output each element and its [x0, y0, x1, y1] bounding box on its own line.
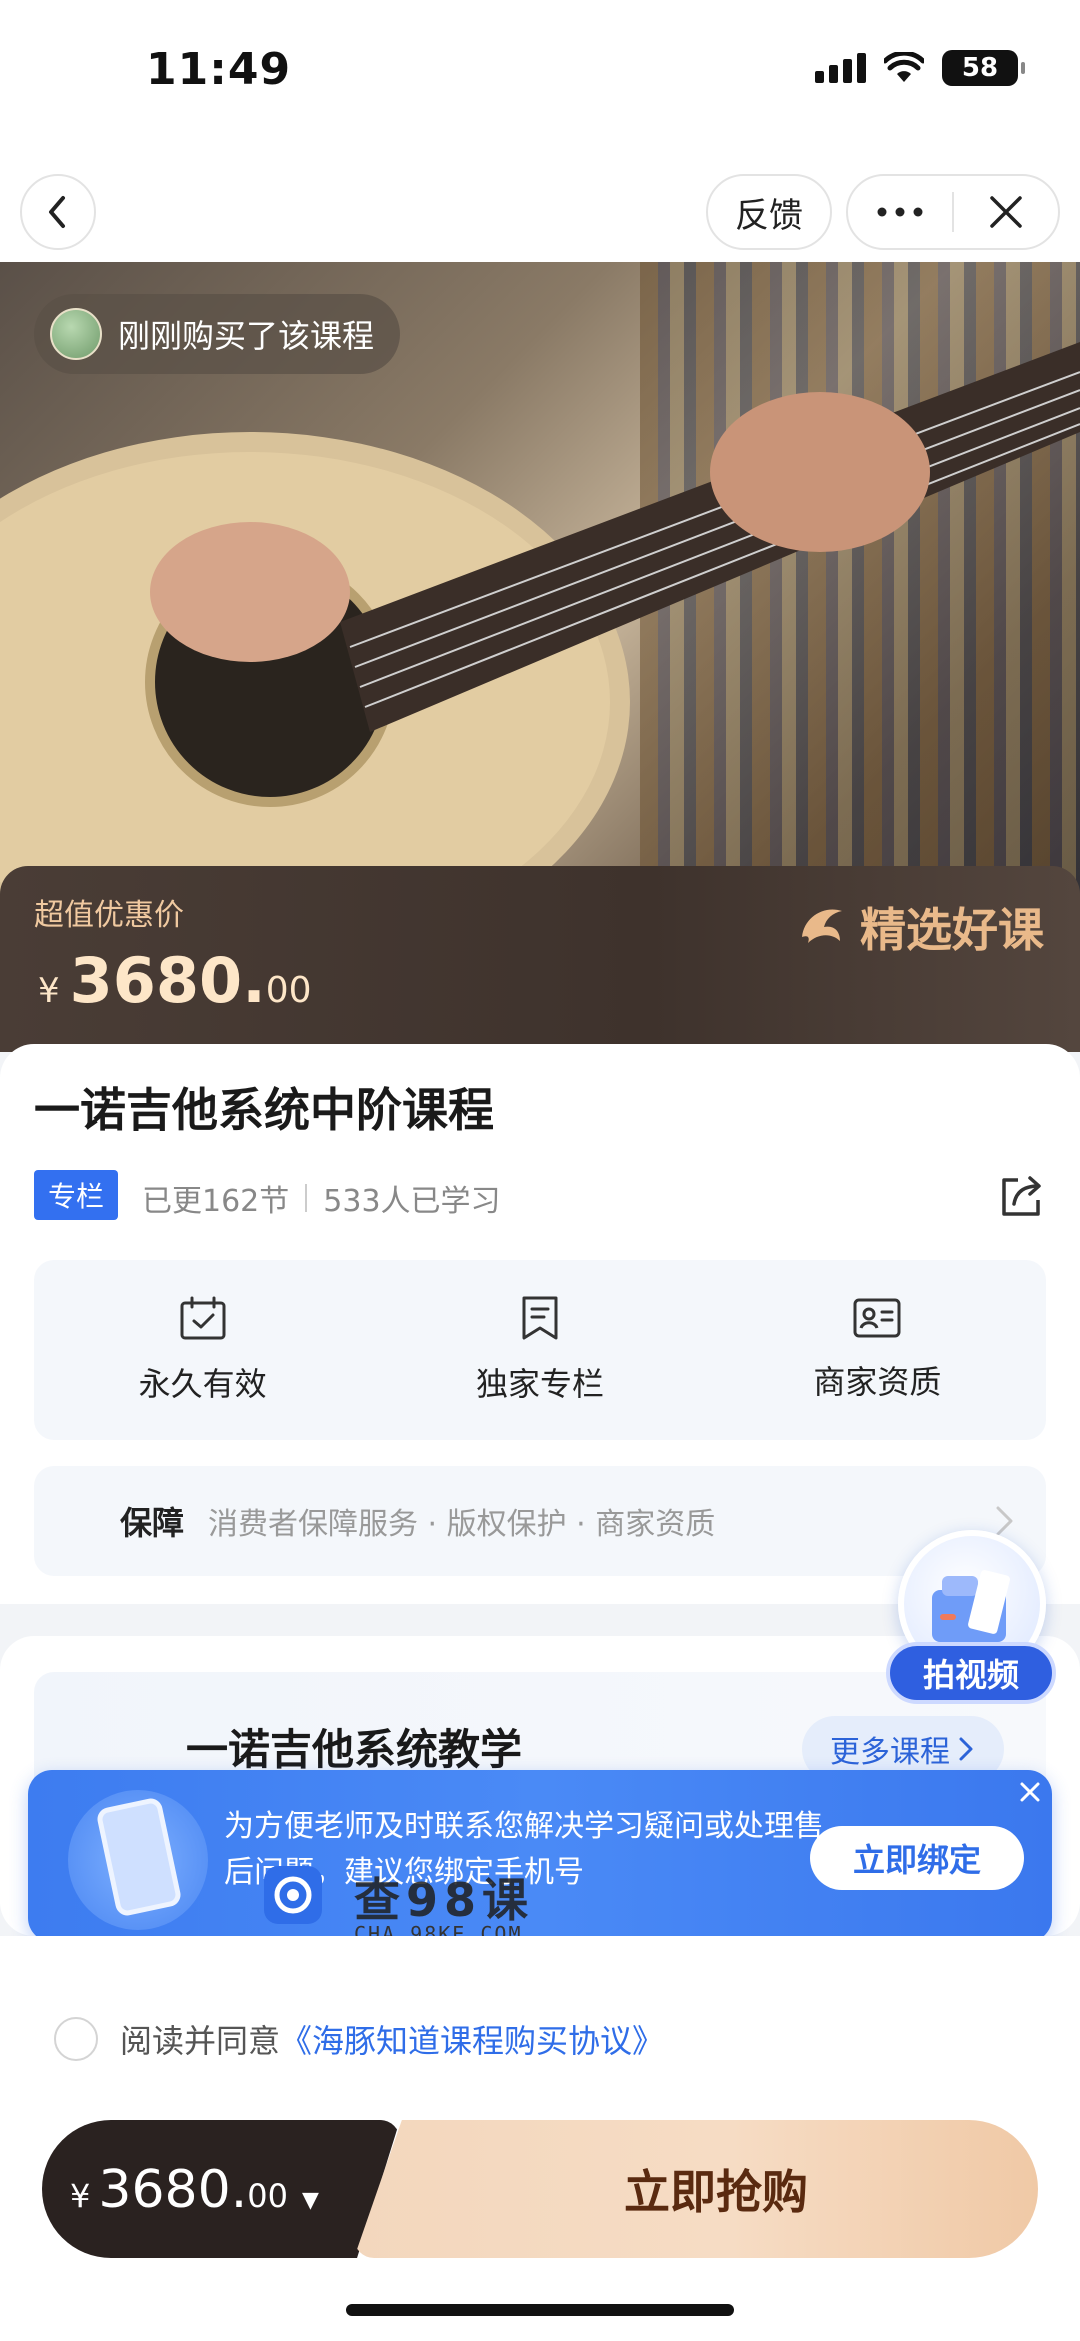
- dolphin-logo-icon: [802, 909, 842, 943]
- agreement-area: 阅读并同意《海豚知道课程购买协议》: [0, 1936, 1080, 2106]
- banner-close-button[interactable]: [1012, 1774, 1048, 1810]
- bookmark-icon: [522, 1296, 558, 1340]
- feature-box: 永久有效 独家专栏 商家资质: [34, 1260, 1046, 1440]
- currency-symbol: ¥: [70, 2177, 91, 2215]
- feedback-button[interactable]: 反馈: [706, 174, 832, 250]
- feature-label: 商家资质: [813, 1363, 942, 1401]
- home-indicator: [346, 2304, 734, 2316]
- agreement-text: 阅读并同意《海豚知道课程购买协议》: [120, 2016, 664, 2062]
- brand-text: 精选好课: [860, 903, 1044, 957]
- calendar-check-icon: [180, 1296, 226, 1340]
- price-decimal: 00: [247, 2177, 288, 2215]
- recent-buyer-text: 刚刚购买了该课程: [118, 317, 375, 355]
- shoot-video-label: 拍视频: [886, 1642, 1056, 1704]
- agreement-row: 阅读并同意《海豚知道课程购买协议》: [54, 2016, 664, 2062]
- shoot-video-float-button[interactable]: 拍视频: [886, 1530, 1056, 1706]
- course-meta: 已更162节 533人已学习: [142, 1176, 501, 1220]
- feature-label: 独家专栏: [475, 1365, 604, 1403]
- status-bar: 11:49 58: [0, 0, 1080, 150]
- price-integer: 3680.: [69, 944, 266, 1017]
- watermark-logo-icon: [264, 1866, 322, 1924]
- close-button[interactable]: [954, 176, 1058, 248]
- price-integer: 3680.: [98, 2160, 248, 2220]
- recent-buyer-toast: 刚刚购买了该课程: [34, 294, 401, 374]
- watermark-text: 查98课: [354, 1873, 535, 1927]
- lesson-count: 已更162节: [142, 1184, 290, 1219]
- price-selector[interactable]: ¥ 3680. 00 ▼: [42, 2120, 400, 2258]
- more-dots-icon: [877, 207, 923, 217]
- status-time: 11:49: [146, 44, 292, 95]
- cellular-signal-icon: [815, 53, 866, 83]
- brand-badge: 精选好课: [794, 894, 1044, 960]
- price-label: 超值优惠价: [34, 898, 184, 933]
- share-icon: [1002, 1176, 1041, 1216]
- back-button[interactable]: [20, 174, 96, 250]
- buy-now-button[interactable]: 立即抢购: [354, 2120, 1038, 2258]
- price-decimal: 00: [265, 970, 312, 1011]
- course-info-card: 一诺吉他系统中阶课程 专栏 已更162节 533人已学习 永久有效 独家专栏 商…: [0, 1044, 1080, 1604]
- chevron-right-icon: [959, 1737, 973, 1761]
- close-icon: [990, 196, 1022, 228]
- close-icon: [1020, 1782, 1040, 1802]
- course-cover-image[interactable]: 刚刚购买了该课程: [0, 262, 1080, 922]
- battery-indicator: 58: [942, 50, 1025, 86]
- share-button[interactable]: [996, 1172, 1046, 1222]
- feature-permanent: 永久有效: [34, 1260, 371, 1440]
- bind-now-button[interactable]: 立即绑定: [810, 1826, 1024, 1890]
- agreement-link[interactable]: 《海豚知道课程购买协议》: [280, 2022, 664, 2060]
- chevron-left-icon: [49, 196, 65, 228]
- column-tag: 专栏: [34, 1170, 118, 1220]
- nav-bar: 反馈: [0, 150, 1080, 262]
- wifi-icon: [884, 52, 924, 82]
- more-courses-label: 更多课程: [830, 1735, 950, 1770]
- caret-down-icon: ▼: [301, 2188, 319, 2213]
- guarantee-items: 消费者保障服务 · 版权保护 · 商家资质: [208, 1507, 716, 1542]
- feature-label: 永久有效: [138, 1365, 267, 1403]
- watermark: 查98课 CHA.98KE.COM: [264, 1866, 564, 1946]
- agreement-prefix: 阅读并同意: [120, 2022, 281, 2060]
- phone-illustration-icon: [68, 1790, 208, 1930]
- phone-icon: [95, 1796, 183, 1918]
- status-icons: 58: [815, 50, 1025, 86]
- meta-divider: [305, 1184, 308, 1212]
- series-title: 一诺吉他系统教学: [186, 1725, 523, 1774]
- guarantee-title: 保障: [120, 1504, 185, 1542]
- agreement-checkbox[interactable]: [54, 2017, 98, 2061]
- avatar: [50, 308, 102, 360]
- currency-symbol: ¥: [38, 971, 60, 1011]
- feature-exclusive: 独家专栏: [371, 1260, 708, 1440]
- feature-merchant: 商家资质: [709, 1260, 1046, 1440]
- price-value: ¥ 3680. 00: [38, 944, 312, 1017]
- mini-program-capsule: [846, 174, 1060, 250]
- id-card-icon: [853, 1298, 901, 1338]
- more-button[interactable]: [848, 176, 952, 248]
- course-title: 一诺吉他系统中阶课程: [34, 1083, 494, 1137]
- learner-count: 533人已学习: [323, 1184, 501, 1219]
- price-band: 超值优惠价 ¥ 3680. 00 精选好课: [0, 866, 1080, 1052]
